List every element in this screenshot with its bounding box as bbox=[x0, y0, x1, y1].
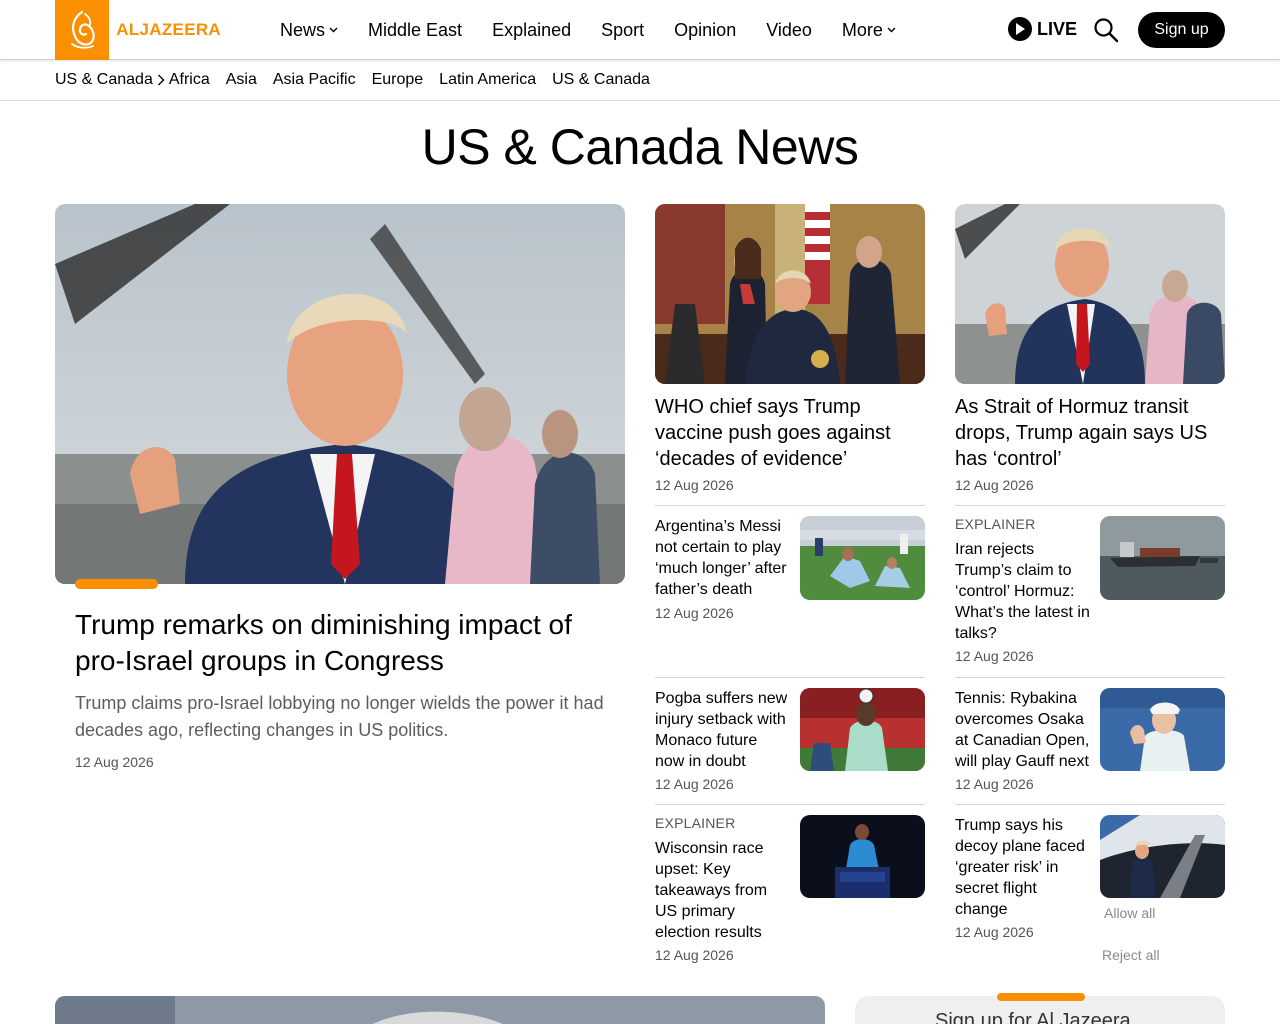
page-title: US & Canada News bbox=[421, 119, 859, 175]
live-label: LIVE bbox=[1037, 18, 1078, 39]
story-kicker: EXPLAINER bbox=[655, 815, 736, 831]
reject-all-button[interactable]: Reject all bbox=[1102, 947, 1160, 963]
nav-item-video[interactable]: Video bbox=[766, 20, 812, 41]
allow-all-button[interactable]: Allow all bbox=[1104, 905, 1155, 921]
nav-item-sport[interactable]: Sport bbox=[601, 20, 644, 41]
nav-item-more[interactable]: More bbox=[842, 20, 896, 41]
subnav-item-us-canada[interactable]: US & Canada bbox=[552, 71, 650, 89]
story-date: 12 Aug 2026 bbox=[955, 648, 1034, 664]
story-headline-link[interactable]: Wisconsin race upset: Key takeaways from… bbox=[655, 838, 791, 943]
breadcrumb-label: US & Canada bbox=[55, 71, 153, 88]
subnav-item-africa[interactable]: Africa bbox=[169, 71, 210, 89]
chevron-down-icon bbox=[887, 27, 896, 33]
story-date: 12 Aug 2026 bbox=[655, 477, 734, 493]
nav-label: Sport bbox=[601, 19, 645, 40]
featured-summary: Trump claims pro-Israel lobbying no long… bbox=[75, 693, 604, 740]
story-image-rybakina[interactable] bbox=[1100, 688, 1225, 771]
story-headline-link[interactable]: Pogba suffers new injury setback with Mo… bbox=[655, 688, 791, 772]
story-date: 12 Aug 2026 bbox=[655, 947, 734, 963]
chevron-down-icon bbox=[329, 27, 338, 33]
newsletter-title: Sign up for Al Jazeera bbox=[935, 1010, 1131, 1024]
subnav-item-asia[interactable]: Asia bbox=[226, 71, 257, 89]
featured-image[interactable] bbox=[55, 204, 625, 584]
story-headline-link[interactable]: Argentina’s Messi not certain to play ‘m… bbox=[655, 516, 791, 600]
story-date: 12 Aug 2026 bbox=[655, 605, 734, 621]
chevron-right-icon bbox=[157, 74, 165, 86]
nav-label: Video bbox=[766, 19, 812, 40]
divider bbox=[955, 804, 1225, 805]
story-image-messi[interactable] bbox=[800, 516, 925, 600]
divider bbox=[655, 677, 925, 678]
divider bbox=[955, 505, 1225, 506]
story-image-decoy-plane[interactable] bbox=[1100, 815, 1225, 898]
story-headline-link[interactable]: Iran rejects Trump’s claim to ‘control’ … bbox=[955, 539, 1091, 644]
breadcrumb[interactable]: US & Canada bbox=[55, 71, 169, 89]
story-date: 12 Aug 2026 bbox=[955, 776, 1034, 792]
featured-accent-bar bbox=[75, 579, 158, 589]
logo-icon bbox=[55, 0, 110, 60]
nav-label: More bbox=[841, 19, 883, 40]
story-headline-link[interactable]: Tennis: Rybakina overcomes Osaka at Cana… bbox=[955, 688, 1091, 772]
region-subnav: US & Canada Africa Asia Asia Pacific Eur… bbox=[0, 60, 1280, 101]
divider bbox=[655, 804, 925, 805]
story-headline-link[interactable]: Trump says his decoy plane faced ‘greate… bbox=[955, 815, 1091, 920]
next-feature-image[interactable] bbox=[55, 996, 825, 1024]
story-date: 12 Aug 2026 bbox=[655, 776, 734, 792]
subnav-item-latin-america[interactable]: Latin America bbox=[439, 71, 536, 89]
signup-button[interactable]: Sign up bbox=[1138, 12, 1225, 48]
story-headline-link[interactable]: As Strait of Hormuz transit drops, Trump… bbox=[955, 394, 1225, 472]
story-image-hormuz[interactable] bbox=[955, 204, 1225, 384]
newsletter-accent-bar bbox=[997, 993, 1085, 1001]
subnav-item-europe[interactable]: Europe bbox=[372, 71, 424, 89]
top-navigation-bar: ALJAZEERA News Middle East Explained Spo… bbox=[0, 0, 1280, 60]
nav-label: Opinion bbox=[674, 19, 737, 40]
main-nav: News Middle East Explained Sport Opinion… bbox=[280, 0, 926, 60]
featured-headline-link[interactable]: Trump remarks on diminishing impact of p… bbox=[75, 607, 605, 679]
nav-item-news[interactable]: News bbox=[280, 20, 338, 41]
subnav-item-asia-pacific[interactable]: Asia Pacific bbox=[273, 71, 356, 89]
story-image-pogba[interactable] bbox=[800, 688, 925, 771]
story-image-wisconsin[interactable] bbox=[800, 815, 925, 898]
logo-text: ALJAZEERA bbox=[116, 20, 221, 39]
story-image-hormuz-ship[interactable] bbox=[1100, 516, 1225, 600]
nav-item-explained[interactable]: Explained bbox=[492, 20, 571, 41]
divider bbox=[955, 677, 1225, 678]
site-logo[interactable]: ALJAZEERA bbox=[55, 0, 221, 60]
nav-item-middle-east[interactable]: Middle East bbox=[368, 20, 462, 41]
play-icon bbox=[1008, 17, 1032, 41]
story-date: 12 Aug 2026 bbox=[955, 924, 1034, 940]
nav-label: Middle East bbox=[368, 19, 463, 40]
story-date: 12 Aug 2026 bbox=[955, 477, 1034, 493]
story-image-who-vaccine[interactable] bbox=[655, 204, 925, 384]
story-kicker: EXPLAINER bbox=[955, 516, 1036, 532]
nav-item-opinion[interactable]: Opinion bbox=[674, 20, 736, 41]
divider bbox=[655, 505, 925, 506]
story-headline-link[interactable]: WHO chief says Trump vaccine push goes a… bbox=[655, 394, 925, 472]
live-button[interactable]: LIVE bbox=[1008, 17, 1077, 41]
nav-label: News bbox=[280, 19, 326, 40]
search-icon[interactable] bbox=[1093, 17, 1119, 43]
nav-label: Explained bbox=[492, 19, 572, 40]
featured-date: 12 Aug 2026 bbox=[75, 754, 154, 770]
